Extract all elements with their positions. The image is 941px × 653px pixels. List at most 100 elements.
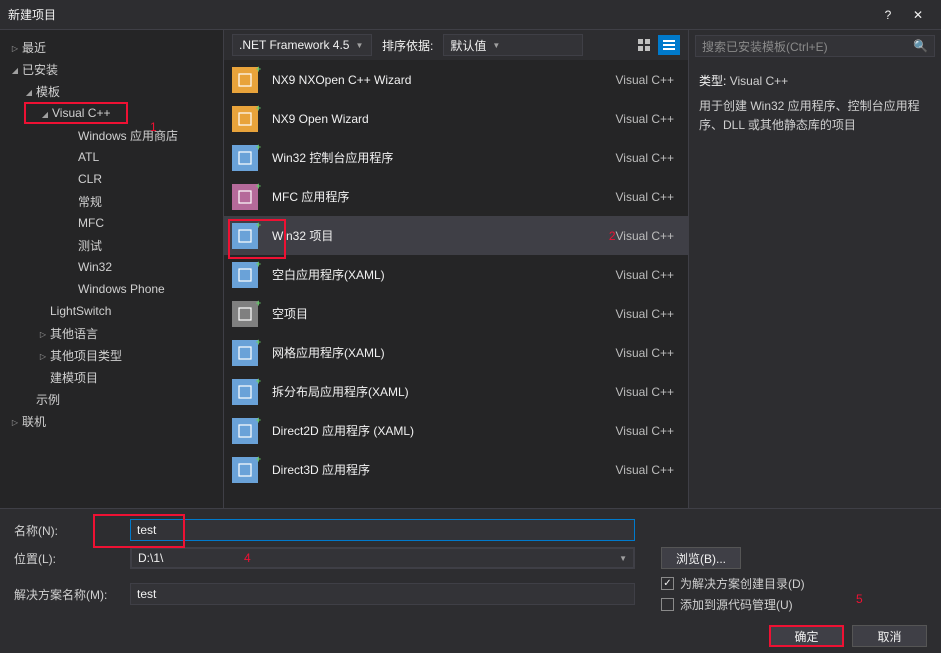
template-name: 空白应用程序(XAML) — [272, 266, 616, 283]
sidebar-recent[interactable]: 最近 — [0, 36, 223, 58]
template-row[interactable]: + Direct3D 应用程序Visual C++ — [224, 450, 688, 489]
template-icon: + — [232, 262, 258, 288]
template-icon: + — [232, 106, 258, 132]
template-icon: + — [232, 379, 258, 405]
template-row[interactable]: + 网格应用程序(XAML)Visual C++ — [224, 333, 688, 372]
template-icon: + — [232, 223, 258, 249]
template-row[interactable]: + 拆分布局应用程序(XAML)Visual C++ — [224, 372, 688, 411]
template-name: NX9 NXOpen C++ Wizard — [272, 73, 616, 87]
template-language: Visual C++ — [616, 229, 674, 243]
sidebar-item[interactable]: Windows 应用商店 — [0, 124, 223, 146]
name-label: 名称(N): — [14, 522, 124, 539]
help-button[interactable]: ? — [873, 0, 903, 30]
template-list[interactable]: +NX9 NXOpen C++ WizardVisual C+++NX9 Ope… — [224, 60, 688, 508]
desc-type-value: Visual C++ — [730, 74, 788, 88]
sidebar-samples[interactable]: 示例 — [0, 388, 223, 410]
sidebar-other-languages[interactable]: 其他语言 — [0, 322, 223, 344]
browse-button[interactable]: 浏览(B)... — [661, 547, 741, 569]
sidebar-visual-cpp[interactable]: Visual C++ — [24, 102, 128, 124]
sidebar-item[interactable]: 常规 — [0, 190, 223, 212]
close-button[interactable]: ✕ — [903, 0, 933, 30]
sort-label: 排序依据: — [382, 37, 433, 54]
view-medium-icons-button[interactable] — [633, 35, 655, 55]
form-panel: 名称(N): test 位置(L): D:\1\▼ 浏览(B)... 解决方案名… — [0, 508, 941, 653]
template-language: Visual C++ — [616, 268, 674, 282]
location-label: 位置(L): — [14, 550, 124, 567]
template-row[interactable]: + 空项目Visual C++ — [224, 294, 688, 333]
template-language: Visual C++ — [616, 346, 674, 360]
template-icon: + — [232, 418, 258, 444]
desc-type-label: 类型: — [699, 74, 726, 88]
template-row[interactable]: + Win32 控制台应用程序Visual C++ — [224, 138, 688, 177]
template-language: Visual C++ — [616, 190, 674, 204]
template-row[interactable]: + NX9 NXOpen C++ WizardVisual C++ — [224, 60, 688, 99]
template-icon: + — [232, 184, 258, 210]
template-toolbar: .NET Framework 4.5▼ 排序依据: 默认值▼ — [224, 30, 688, 60]
template-language: Visual C++ — [616, 463, 674, 477]
template-name: 拆分布局应用程序(XAML) — [272, 383, 616, 400]
sidebar-online[interactable]: 联机 — [0, 410, 223, 432]
title-bar: 新建项目 ? ✕ — [0, 0, 941, 30]
sidebar-item[interactable]: 测试 — [0, 234, 223, 256]
template-row[interactable]: + Win32 项目 2Visual C++ — [224, 216, 688, 255]
template-icon: + — [232, 340, 258, 366]
template-row[interactable]: + MFC 应用程序Visual C++ — [224, 177, 688, 216]
chevron-down-icon: ▼ — [355, 41, 363, 50]
cancel-button[interactable]: 取消 — [852, 625, 927, 647]
chevron-down-icon: ▼ — [492, 41, 500, 50]
ok-button[interactable]: 确定 — [769, 625, 844, 647]
template-icon: + — [232, 145, 258, 171]
template-language: Visual C++ — [616, 385, 674, 399]
template-row[interactable]: + 空白应用程序(XAML)Visual C++ — [224, 255, 688, 294]
template-icon: + — [232, 301, 258, 327]
template-language: Visual C++ — [616, 424, 674, 438]
template-language: Visual C++ — [616, 73, 674, 87]
template-row[interactable]: + Direct2D 应用程序 (XAML)Visual C++ — [224, 411, 688, 450]
annotation-1: 1 — [150, 120, 157, 134]
template-name: Win32 控制台应用程序 — [272, 149, 616, 166]
chevron-down-icon: ▼ — [619, 554, 627, 563]
add-source-control-checkbox[interactable]: 添加到源代码管理(U) — [661, 596, 805, 613]
template-name: NX9 Open Wizard — [272, 112, 616, 126]
template-language: Visual C++ — [616, 307, 674, 321]
template-name: Win32 项目 — [272, 227, 599, 244]
sidebar-installed[interactable]: 已安装 — [0, 58, 223, 80]
dialog-title: 新建项目 — [8, 6, 873, 23]
template-name: Direct3D 应用程序 — [272, 461, 616, 478]
location-dropdown[interactable]: D:\1\▼ — [130, 547, 635, 569]
template-row[interactable]: + NX9 Open WizardVisual C++ — [224, 99, 688, 138]
description-panel: 搜索已安装模板(Ctrl+E) 🔍 类型: Visual C++ 用于创建 Wi… — [688, 30, 941, 508]
solution-name-label: 解决方案名称(M): — [14, 586, 124, 603]
sort-dropdown[interactable]: 默认值▼ — [443, 34, 583, 56]
search-input[interactable]: 搜索已安装模板(Ctrl+E) 🔍 — [695, 35, 935, 57]
name-input[interactable]: test — [130, 519, 635, 541]
template-panel: .NET Framework 4.5▼ 排序依据: 默认值▼ + NX9 NXOp… — [223, 30, 688, 508]
template-language: Visual C++ — [616, 112, 674, 126]
sidebar-item[interactable]: ATL — [0, 146, 223, 168]
sidebar-lightswitch[interactable]: LightSwitch — [0, 300, 223, 322]
sidebar-templates[interactable]: 模板 — [0, 80, 223, 102]
desc-text: 用于创建 Win32 应用程序、控制台应用程序、DLL 或其他静态库的项目 — [699, 97, 931, 135]
template-icon: + — [232, 457, 258, 483]
sidebar-modeling[interactable]: 建模项目 — [0, 366, 223, 388]
template-icon: + — [232, 67, 258, 93]
template-name: 网格应用程序(XAML) — [272, 344, 616, 361]
search-icon: 🔍 — [913, 39, 928, 53]
create-directory-checkbox[interactable]: ✓为解决方案创建目录(D) — [661, 575, 805, 592]
annotation-4: 4 — [244, 551, 251, 565]
template-name: MFC 应用程序 — [272, 188, 616, 205]
template-name: Direct2D 应用程序 (XAML) — [272, 422, 616, 439]
template-language: Visual C++ — [616, 151, 674, 165]
view-details-button[interactable] — [658, 35, 680, 55]
annotation-5: 5 — [856, 592, 863, 606]
solution-name-input[interactable]: test — [130, 583, 635, 605]
sidebar-item[interactable]: CLR — [0, 168, 223, 190]
sidebar-other-project-types[interactable]: 其他项目类型 — [0, 344, 223, 366]
sidebar-item[interactable]: Windows Phone — [0, 278, 223, 300]
sidebar-item[interactable]: MFC — [0, 212, 223, 234]
framework-dropdown[interactable]: .NET Framework 4.5▼ — [232, 34, 372, 56]
template-name: 空项目 — [272, 305, 616, 322]
sidebar-item[interactable]: Win32 — [0, 256, 223, 278]
annotation-2: 2 — [609, 229, 616, 243]
category-sidebar: 最近 已安装 模板 Visual C++ Windows 应用商店 ATL CL… — [0, 30, 223, 508]
